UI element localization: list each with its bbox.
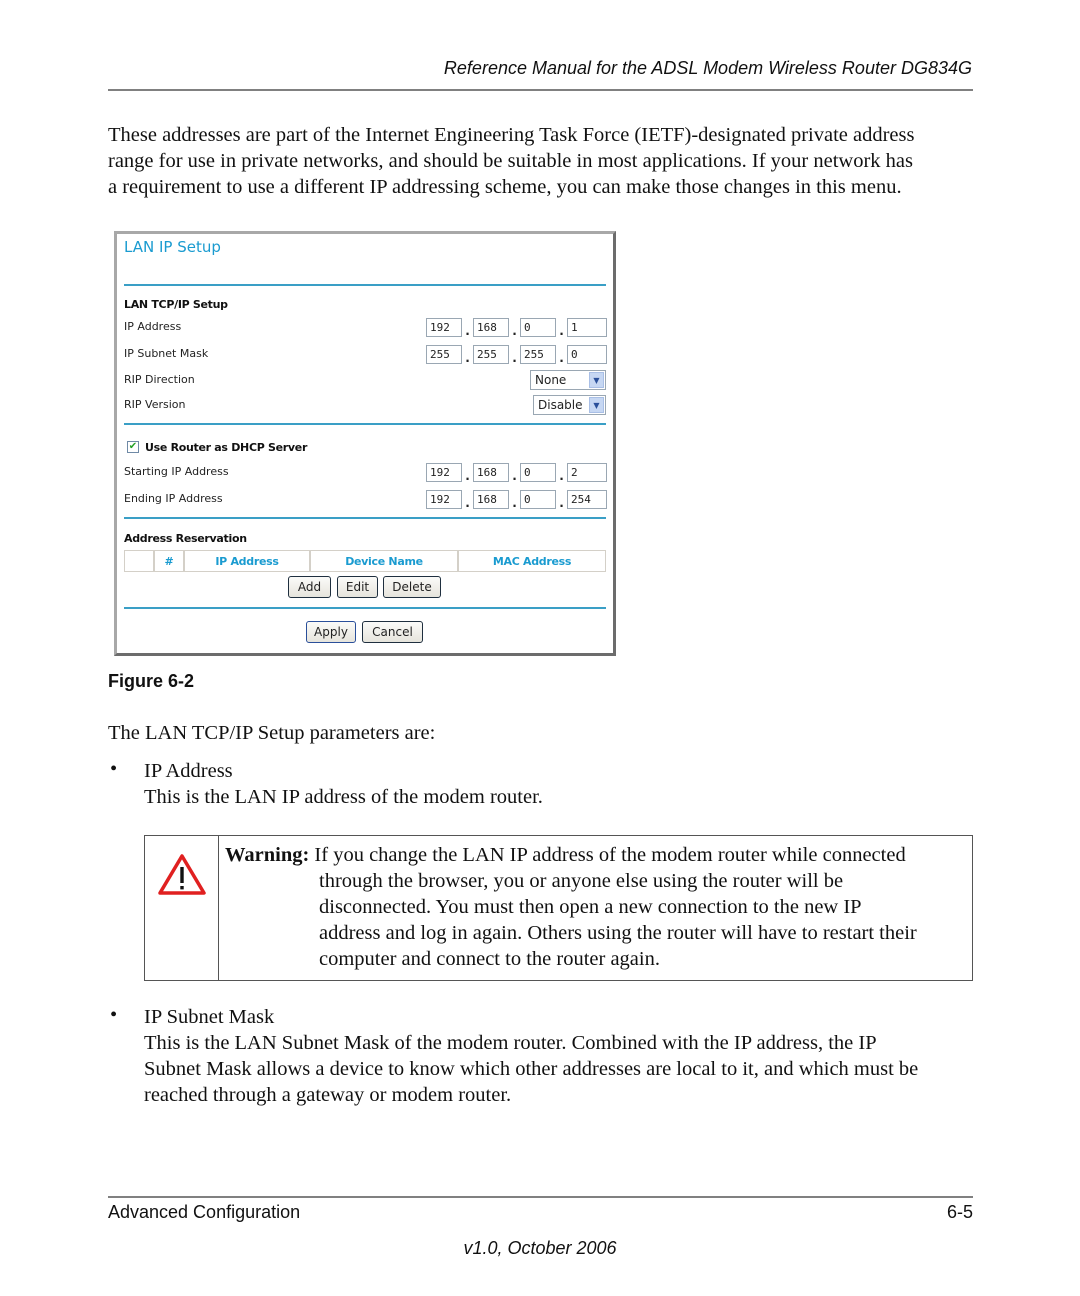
ending-ip-field: 192 . 168 . 0 . 254 bbox=[426, 490, 607, 509]
add-button[interactable]: Add bbox=[288, 576, 331, 598]
subnet-mask-label: IP Subnet Mask bbox=[124, 347, 209, 360]
warning-line: If you change the LAN IP address of the … bbox=[309, 844, 906, 866]
header-rule bbox=[108, 89, 973, 91]
chevron-down-icon[interactable]: ▼ bbox=[589, 397, 604, 413]
octet-separator: . bbox=[512, 469, 517, 483]
subnet-mask-description: This is the LAN Subnet Mask of the modem… bbox=[144, 1030, 974, 1108]
ending-ip-label: Ending IP Address bbox=[124, 492, 223, 505]
column-header-device-name: Device Name bbox=[311, 551, 459, 571]
ip-address-term: IP Address bbox=[144, 760, 233, 782]
column-header-mac-address: MAC Address bbox=[492, 554, 572, 568]
subnet-mask-term: IP Subnet Mask bbox=[144, 1006, 275, 1028]
section-divider bbox=[124, 423, 606, 425]
parameters-intro: The LAN TCP/IP Setup parameters are: bbox=[108, 722, 436, 744]
page-number: 6-5 bbox=[946, 1202, 973, 1222]
mask-octet-1[interactable]: 255 bbox=[426, 345, 462, 364]
end-octet-2[interactable]: 168 bbox=[473, 490, 509, 509]
description-line: reached through a gateway or modem route… bbox=[144, 1084, 512, 1106]
octet-separator: . bbox=[465, 324, 470, 338]
start-octet-1[interactable]: 192 bbox=[426, 463, 462, 482]
document-version: v1.0, October 2006 bbox=[463, 1238, 617, 1258]
section-divider bbox=[124, 284, 606, 286]
rip-version-label: RIP Version bbox=[124, 398, 186, 411]
warning-box: Warning: If you change the LAN IP addres… bbox=[144, 835, 973, 981]
start-octet-2[interactable]: 168 bbox=[473, 463, 509, 482]
octet-separator: . bbox=[559, 324, 564, 338]
subnet-mask-field: 255 . 255 . 255 . 0 bbox=[426, 345, 607, 364]
footer-rule bbox=[108, 1196, 973, 1198]
rip-version-value: Disable bbox=[538, 398, 583, 412]
ip-address-field: 192 . 168 . 0 . 1 bbox=[426, 318, 607, 337]
octet-separator: . bbox=[512, 351, 517, 365]
start-octet-4[interactable]: 2 bbox=[567, 463, 607, 482]
bullet-icon: • bbox=[110, 1004, 118, 1026]
apply-button[interactable]: Apply bbox=[306, 621, 356, 643]
figure-caption: Figure 6-2 bbox=[108, 671, 195, 691]
warning-divider bbox=[218, 836, 219, 980]
mask-octet-2[interactable]: 255 bbox=[473, 345, 509, 364]
ip-octet-1[interactable]: 192 bbox=[426, 318, 462, 337]
warning-line: disconnected. You must then open a new c… bbox=[319, 896, 862, 918]
dhcp-server-checkbox[interactable]: ✔ bbox=[127, 441, 139, 453]
warning-line: computer and connect to the router again… bbox=[319, 948, 660, 970]
ip-address-label: IP Address bbox=[124, 320, 182, 333]
ip-octet-4[interactable]: 1 bbox=[567, 318, 607, 337]
end-octet-4[interactable]: 254 bbox=[567, 490, 607, 509]
ip-octet-3[interactable]: 0 bbox=[520, 318, 556, 337]
octet-separator: . bbox=[559, 351, 564, 365]
footer-section-title: Advanced Configuration bbox=[108, 1202, 301, 1222]
mask-octet-4[interactable]: 0 bbox=[567, 345, 607, 364]
chevron-down-icon[interactable]: ▼ bbox=[589, 372, 604, 388]
octet-separator: . bbox=[559, 469, 564, 483]
column-header-select bbox=[125, 551, 155, 571]
end-octet-1[interactable]: 192 bbox=[426, 490, 462, 509]
octet-separator: . bbox=[512, 496, 517, 510]
warning-line: address and log in again. Others using t… bbox=[319, 922, 917, 944]
rip-direction-label: RIP Direction bbox=[124, 373, 195, 386]
edit-button[interactable]: Edit bbox=[337, 576, 378, 598]
warning-label: Warning: bbox=[225, 844, 310, 866]
column-header-ip-address: IP Address bbox=[185, 551, 311, 571]
warning-triangle-icon bbox=[158, 854, 206, 895]
mask-octet-3[interactable]: 255 bbox=[520, 345, 556, 364]
start-octet-3[interactable]: 0 bbox=[520, 463, 556, 482]
ip-address-description: This is the LAN IP address of the modem … bbox=[144, 786, 543, 808]
rip-direction-value: None bbox=[535, 373, 567, 387]
description-line: This is the LAN Subnet Mask of the modem… bbox=[144, 1032, 877, 1054]
intro-line: These addresses are part of the Internet… bbox=[108, 124, 915, 146]
ui-page-title: LAN IP Setup bbox=[124, 238, 221, 256]
bullet-icon: • bbox=[110, 758, 118, 780]
end-octet-3[interactable]: 0 bbox=[520, 490, 556, 509]
octet-separator: . bbox=[465, 351, 470, 365]
starting-ip-label: Starting IP Address bbox=[124, 465, 229, 478]
intro-paragraph: These addresses are part of the Internet… bbox=[108, 122, 974, 200]
rip-direction-select[interactable]: None ▼ bbox=[530, 370, 606, 390]
rip-version-select[interactable]: Disable ▼ bbox=[533, 395, 606, 415]
reservation-table-header: # IP Address Device Name MAC Address bbox=[124, 550, 606, 572]
description-line: Subnet Mask allows a device to know whic… bbox=[144, 1058, 919, 1080]
lan-ip-setup-screenshot: LAN IP Setup LAN TCP/IP Setup IP Address… bbox=[114, 231, 616, 656]
cancel-button[interactable]: Cancel bbox=[362, 621, 423, 643]
warning-text: Warning: If you change the LAN IP addres… bbox=[225, 842, 965, 972]
section-divider bbox=[124, 607, 606, 609]
octet-separator: . bbox=[559, 496, 564, 510]
address-reservation-heading: Address Reservation bbox=[124, 532, 247, 545]
octet-separator: . bbox=[465, 496, 470, 510]
intro-line: range for use in private networks, and s… bbox=[108, 150, 914, 172]
warning-line: through the browser, you or anyone else … bbox=[319, 870, 844, 892]
column-header-number: # bbox=[155, 551, 185, 571]
octet-separator: . bbox=[512, 324, 517, 338]
starting-ip-field: 192 . 168 . 0 . 2 bbox=[426, 463, 607, 482]
section-divider bbox=[124, 517, 606, 519]
delete-button[interactable]: Delete bbox=[383, 576, 441, 598]
intro-line: a requirement to use a different IP addr… bbox=[108, 176, 902, 198]
ip-octet-2[interactable]: 168 bbox=[473, 318, 509, 337]
octet-separator: . bbox=[465, 469, 470, 483]
lan-tcpip-heading: LAN TCP/IP Setup bbox=[124, 298, 228, 311]
dhcp-server-label: Use Router as DHCP Server bbox=[145, 441, 308, 454]
running-header-title: Reference Manual for the ADSL Modem Wire… bbox=[443, 58, 972, 78]
